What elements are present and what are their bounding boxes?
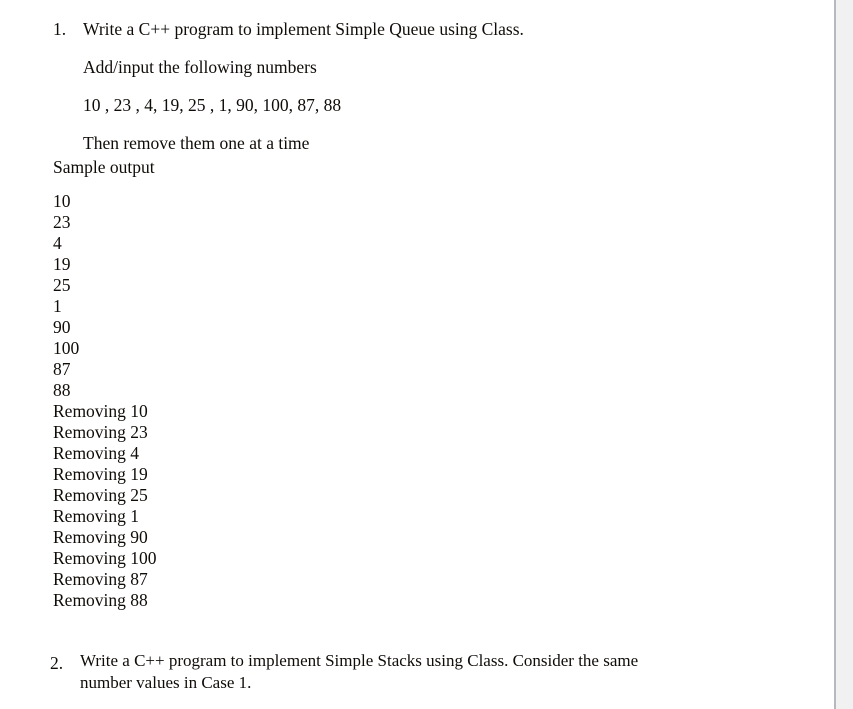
output-line: Removing 90 xyxy=(53,527,148,547)
question-1-marker: 1. xyxy=(53,19,67,39)
question-1-line-1: Write a C++ program to implement Simple … xyxy=(83,19,524,39)
document-body: 1. Write a C++ program to implement Simp… xyxy=(0,0,834,709)
sample-output-block: 10 23 4 19 25 1 90 100 87 88 Removing 10… xyxy=(53,191,157,611)
question-2-line-1: Write a C++ program to implement Simple … xyxy=(80,651,639,670)
output-line: Removing 19 xyxy=(53,464,148,484)
output-line: 4 xyxy=(53,233,62,253)
question-2-marker: 2. xyxy=(50,653,64,673)
output-line: 25 xyxy=(53,275,71,295)
output-line: 87 xyxy=(53,359,71,379)
question-1-text-column: Write a C++ program to implement Simple … xyxy=(83,16,760,156)
output-line: Removing 4 xyxy=(53,443,140,463)
output-line: 100 xyxy=(53,338,80,358)
output-line: Removing 87 xyxy=(53,569,148,589)
output-line: 88 xyxy=(53,380,71,400)
output-line: 1 xyxy=(53,296,62,316)
output-line: Removing 23 xyxy=(53,422,148,442)
question-item-2: 2. Write a C++ program to implement Simp… xyxy=(0,650,760,694)
question-item-1: 1. Write a C++ program to implement Simp… xyxy=(0,16,760,156)
question-2-line-2: number values in Case 1. xyxy=(80,673,252,692)
question-1-line-4: Then remove them one at a time xyxy=(83,133,310,153)
output-line: Removing 100 xyxy=(53,548,157,568)
output-line: 10 xyxy=(53,191,71,211)
output-line: Removing 25 xyxy=(53,485,148,505)
output-line: 23 xyxy=(53,212,71,232)
output-line: Removing 88 xyxy=(53,590,148,610)
question-1-row: 1. Write a C++ program to implement Simp… xyxy=(0,16,760,156)
sample-output-heading: Sample output xyxy=(53,157,155,177)
document-page: 1. Write a C++ program to implement Simp… xyxy=(0,0,836,709)
question-2-text-column: Write a C++ program to implement Simple … xyxy=(80,650,760,694)
output-line: 90 xyxy=(53,317,71,337)
output-line: 19 xyxy=(53,254,71,274)
question-2-row: 2. Write a C++ program to implement Simp… xyxy=(0,650,760,694)
output-line: Removing 1 xyxy=(53,506,140,526)
question-1-line-3: 10 , 23 , 4, 19, 25 , 1, 90, 100, 87, 88 xyxy=(83,95,342,115)
output-line: Removing 10 xyxy=(53,401,148,421)
question-1-line-2: Add/input the following numbers xyxy=(83,57,317,77)
